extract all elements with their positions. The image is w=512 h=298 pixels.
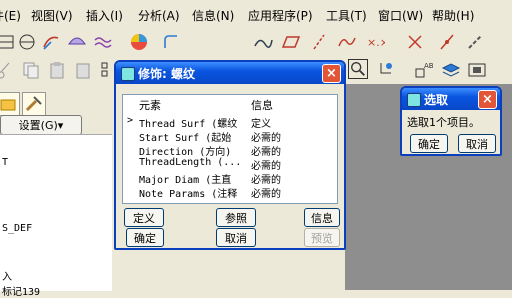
element-info: 必需的 bbox=[251, 175, 281, 186]
preview-button[interactable]: 预览 bbox=[304, 228, 340, 247]
layers-icon[interactable] bbox=[440, 59, 462, 81]
list-item[interactable]: Note Params (注释 必需的 bbox=[123, 185, 337, 200]
tree-item[interactable]: 标记139 bbox=[2, 283, 40, 298]
menu-info[interactable]: 信息(N) bbox=[192, 7, 234, 24]
close-icon[interactable]: × bbox=[478, 90, 497, 109]
element-name: Start Surf (起始 bbox=[139, 133, 232, 144]
thread-dialog-title: 修饰: 螺纹 bbox=[138, 67, 195, 81]
element-name: Thread Surf (螺纹 bbox=[139, 119, 238, 130]
copy-icon[interactable] bbox=[20, 59, 42, 81]
coordinate-system-icon[interactable] bbox=[404, 31, 426, 53]
reference-button[interactable]: 参照 bbox=[216, 208, 256, 227]
menu-insert[interactable]: 插入(I) bbox=[86, 7, 123, 24]
model-tree: T S_DEF 入 标记139 bbox=[0, 134, 112, 298]
line-icon[interactable] bbox=[308, 31, 330, 53]
current-marker: > bbox=[127, 115, 134, 126]
ok-button[interactable]: 确定 bbox=[126, 228, 164, 247]
view-manager-icon[interactable] bbox=[466, 59, 488, 81]
curve-icon[interactable] bbox=[336, 31, 358, 53]
tools-tab-icon[interactable] bbox=[22, 92, 46, 116]
thread-dialog-titlebar[interactable]: 修饰: 螺纹 × bbox=[116, 62, 344, 84]
datum-plane-icon[interactable] bbox=[16, 31, 38, 53]
menu-view[interactable]: 视图(V) bbox=[31, 7, 73, 24]
select-dialog-title: 选取 bbox=[424, 93, 449, 107]
tree-item[interactable]: T bbox=[2, 157, 8, 168]
point-icon[interactable]: ×.× bbox=[364, 31, 386, 53]
list-item[interactable]: Direction (方向) 必需的 bbox=[123, 143, 337, 158]
info-button[interactable]: 信息 bbox=[304, 208, 340, 227]
dialog-icon bbox=[407, 93, 421, 107]
element-info: 定义 bbox=[251, 119, 271, 130]
list-item[interactable]: > Thread Surf (螺纹 定义 bbox=[123, 115, 337, 130]
menu-analysis[interactable]: 分析(A) bbox=[138, 7, 180, 24]
select-dialog-titlebar[interactable]: 选取 × bbox=[402, 88, 500, 110]
list-header: 元素 信息 bbox=[123, 97, 337, 112]
element-name: Direction (方向) bbox=[139, 147, 232, 158]
element-info: 必需的 bbox=[251, 161, 281, 172]
column-element: 元素 bbox=[139, 99, 161, 112]
menu-applications[interactable]: 应用程序(P) bbox=[248, 7, 313, 24]
top-toolbar: ×.× bbox=[0, 28, 512, 56]
thread-dialog: 修饰: 螺纹 × 元素 信息 > Thread Surf (螺纹 定义 Star… bbox=[114, 60, 346, 250]
menu-tools[interactable]: 工具(T) bbox=[326, 7, 367, 24]
list-item[interactable]: Start Surf (起始 必需的 bbox=[123, 129, 337, 144]
select-cancel-button[interactable]: 取消 bbox=[458, 134, 496, 153]
sweep-icon[interactable] bbox=[160, 31, 182, 53]
settings-dropdown[interactable]: 设置(G)▾ bbox=[0, 115, 82, 135]
menu-bar: 件(E) 视图(V) 插入(I) 分析(A) 信息(N) 应用程序(P) 工具(… bbox=[0, 0, 512, 29]
axis-icon[interactable] bbox=[436, 31, 458, 53]
element-info: 必需的 bbox=[251, 189, 281, 200]
wave-icon[interactable] bbox=[92, 31, 114, 53]
zoom-window-icon[interactable] bbox=[348, 59, 368, 79]
select-message: 选取1个项目。 bbox=[407, 116, 480, 129]
element-info: 必需的 bbox=[251, 147, 281, 158]
list-item[interactable]: ThreadLength (... 必需的 bbox=[123, 157, 337, 172]
menu-help[interactable]: 帮助(H) bbox=[432, 7, 474, 24]
select-ok-button[interactable]: 确定 bbox=[410, 134, 448, 153]
color-appearance-icon[interactable] bbox=[128, 31, 150, 53]
cut-icon[interactable] bbox=[0, 59, 16, 81]
tree-item[interactable]: 入 bbox=[2, 268, 12, 283]
svg-text:×.×: ×.× bbox=[367, 36, 385, 49]
paste-special-icon[interactable] bbox=[72, 59, 94, 81]
element-info: 必需的 bbox=[251, 133, 281, 144]
folder-tab-icon[interactable] bbox=[0, 92, 20, 116]
shading-icon[interactable] bbox=[66, 31, 88, 53]
select-dialog: 选取 × 选取1个项目。 确定 取消 bbox=[400, 86, 502, 156]
menu-window[interactable]: 窗口(W) bbox=[378, 7, 423, 24]
dialog-icon bbox=[121, 67, 135, 81]
spline-icon[interactable] bbox=[252, 31, 274, 53]
element-list: 元素 信息 > Thread Surf (螺纹 定义 Start Surf (起… bbox=[122, 94, 338, 204]
grid-icon[interactable] bbox=[0, 31, 16, 53]
tree-item[interactable]: S_DEF bbox=[2, 223, 32, 234]
datum-point-icon[interactable] bbox=[376, 59, 398, 81]
column-info: 信息 bbox=[251, 99, 273, 112]
element-name: ThreadLength (... bbox=[139, 157, 242, 168]
datum-display-icon[interactable]: AB bbox=[412, 59, 434, 81]
sketch-curve-icon[interactable] bbox=[40, 31, 62, 53]
parallelogram-icon[interactable] bbox=[280, 31, 302, 53]
svg-text:AB: AB bbox=[424, 62, 433, 70]
element-name: Major Diam (主直 bbox=[139, 175, 232, 186]
element-name: Note Params (注释 bbox=[139, 189, 238, 200]
close-icon[interactable]: × bbox=[322, 64, 341, 83]
paste-icon[interactable] bbox=[46, 59, 68, 81]
cancel-button[interactable]: 取消 bbox=[216, 228, 256, 247]
define-button[interactable]: 定义 bbox=[124, 208, 164, 227]
menu-edit[interactable]: 件(E) bbox=[0, 7, 21, 24]
list-item[interactable]: Major Diam (主直 必需的 bbox=[123, 171, 337, 186]
chain-icon[interactable] bbox=[464, 31, 486, 53]
